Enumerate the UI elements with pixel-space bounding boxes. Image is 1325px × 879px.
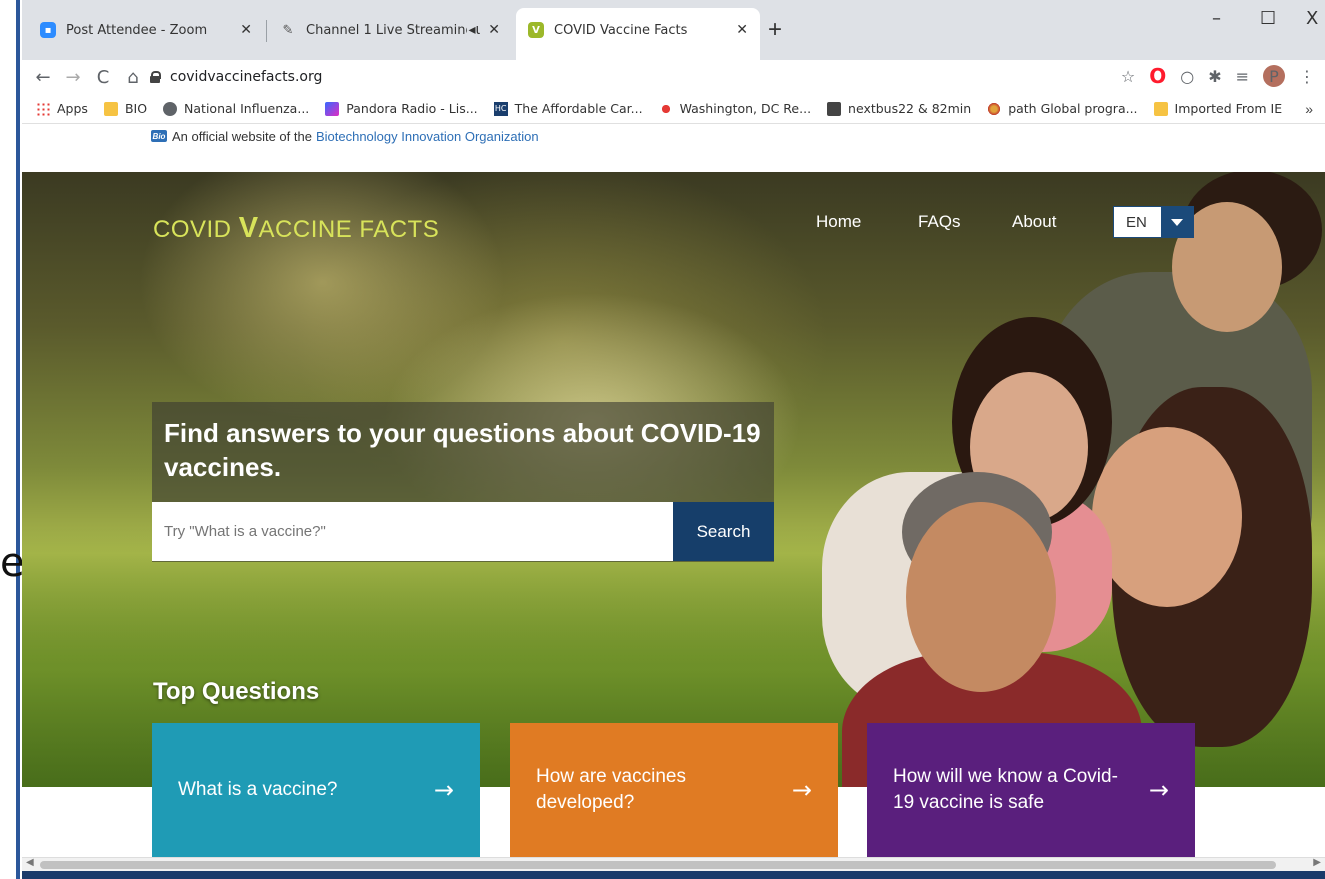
nav-faqs[interactable]: FAQs	[918, 212, 961, 232]
toolbar-icons: ☆ O ○ ✱ ≡ P ⋮	[1121, 64, 1315, 88]
site-logo[interactable]: COVID VACCINE FACTS	[153, 212, 439, 245]
bookmark-imported-from-ie[interactable]: Imported From IE	[1153, 101, 1282, 116]
bookmarks-bar: Apps BIO National Influenza... Pandora R…	[22, 94, 1325, 124]
arrow-right-icon: →	[433, 776, 454, 804]
reload-icon[interactable]: C	[88, 67, 118, 88]
tab-zoom[interactable]: ▪ Post Attendee - Zoom ✕	[28, 8, 264, 52]
arrow-right-icon: →	[791, 776, 812, 804]
speaker-icon[interactable]: ◂ι	[469, 22, 481, 38]
close-window-button[interactable]: X	[1306, 8, 1318, 29]
bookmark-nextbus[interactable]: nextbus22 & 82min	[827, 101, 971, 116]
globe-icon	[163, 101, 178, 116]
forward-arrow-icon[interactable]: →	[58, 67, 88, 88]
question-card-how-developed[interactable]: How are vaccines developed? →	[510, 723, 838, 857]
tab-strip: ▪ Post Attendee - Zoom ✕ ✎ Channel 1 Liv…	[22, 0, 1325, 60]
tab-close-button[interactable]: ✕	[736, 22, 748, 38]
question-card-what-is-vaccine[interactable]: What is a vaccine? →	[152, 723, 480, 857]
bookmark-washington-dc[interactable]: Washington, DC Re...	[658, 101, 811, 116]
search-button[interactable]: Search	[673, 502, 774, 561]
tab-channel1[interactable]: ✎ Channel 1 Live Streaming | H ◂ι ✕	[268, 8, 512, 52]
menu-kebab-icon[interactable]: ⋮	[1299, 67, 1315, 86]
question-text: What is a vaccine?	[178, 779, 338, 800]
tab-close-button[interactable]: ✕	[488, 22, 500, 38]
bio-org-link[interactable]: Biotechnology Innovation Organization	[316, 129, 539, 144]
tab-title: Channel 1 Live Streaming | H	[306, 22, 467, 38]
apps-grid-icon	[36, 101, 50, 116]
tab-close-button[interactable]: ✕	[240, 22, 252, 38]
browser-window: ▪ Post Attendee - Zoom ✕ ✎ Channel 1 Liv…	[22, 0, 1325, 879]
tab-covid-vaccine-facts[interactable]: V COVID Vaccine Facts ✕	[516, 8, 760, 60]
opera-icon[interactable]: O	[1149, 64, 1166, 88]
taskbar-strip	[22, 871, 1325, 879]
path-icon	[987, 101, 1002, 116]
profile-avatar[interactable]: P	[1263, 65, 1285, 87]
question-text: How will we know a Covid-19 vaccine is s…	[893, 766, 1118, 813]
scroll-left-icon[interactable]: ◀	[26, 857, 34, 868]
reading-list-icon[interactable]: ≡	[1236, 67, 1249, 86]
bookmark-path-global[interactable]: path Global progra...	[987, 101, 1138, 116]
back-arrow-icon[interactable]: ←	[28, 67, 58, 88]
bus-icon	[827, 101, 842, 116]
lock-icon	[150, 71, 161, 83]
bookmark-affordable-care[interactable]: HC The Affordable Car...	[493, 101, 643, 116]
pandora-icon	[325, 101, 340, 116]
home-icon[interactable]: ⌂	[118, 67, 148, 88]
question-text: How are vaccines developed?	[536, 766, 686, 813]
language-code: EN	[1126, 213, 1147, 231]
address-bar[interactable]: covidvaccinefacts.org	[150, 63, 1110, 91]
question-card-how-safe[interactable]: How will we know a Covid-19 vaccine is s…	[867, 723, 1195, 857]
tab-title: Post Attendee - Zoom	[66, 22, 208, 38]
new-tab-button[interactable]: +	[768, 16, 782, 44]
top-questions-heading: Top Questions	[153, 678, 320, 705]
official-site-banner: Bio An official website of the Biotechno…	[22, 124, 1325, 148]
bookmark-national-influenza[interactable]: National Influenza...	[163, 101, 309, 116]
search-heading: Find answers to your questions about COV…	[164, 418, 761, 482]
url-text[interactable]: covidvaccinefacts.org	[170, 69, 322, 85]
tab-separator	[266, 20, 267, 42]
nav-home[interactable]: Home	[816, 212, 861, 232]
puzzle-extensions-icon[interactable]: ✱	[1208, 67, 1221, 86]
hero-section: COVID VACCINE FACTS Home FAQs About EN F…	[22, 172, 1325, 787]
hc-icon: HC	[493, 101, 508, 116]
slide-edge: e	[0, 0, 22, 879]
folder-icon	[1153, 101, 1168, 116]
slide-edge-bar	[16, 0, 20, 879]
arrow-right-icon: →	[1148, 776, 1169, 804]
official-prefix: An official website of the	[172, 128, 312, 144]
search-row: Search	[152, 502, 774, 561]
maximize-button[interactable]: ☐	[1260, 8, 1276, 29]
bookmarks-overflow-icon[interactable]: »	[1305, 101, 1313, 117]
bookmark-bio[interactable]: BIO	[103, 101, 147, 116]
extension-circle-icon[interactable]: ○	[1180, 67, 1194, 86]
dc-icon	[658, 101, 673, 116]
cvf-icon: V	[528, 22, 544, 38]
zoom-icon: ▪	[40, 22, 56, 38]
channel1-icon: ✎	[282, 22, 294, 38]
scroll-right-icon[interactable]: ▶	[1313, 857, 1321, 868]
nav-about[interactable]: About	[1012, 212, 1056, 232]
language-select[interactable]: EN	[1113, 206, 1194, 238]
folder-icon	[103, 101, 118, 116]
star-bookmark-icon[interactable]: ☆	[1121, 67, 1135, 86]
slide-fragment-text: e	[0, 540, 22, 586]
bookmark-pandora[interactable]: Pandora Radio - Lis...	[325, 101, 478, 116]
tab-title: COVID Vaccine Facts	[554, 22, 688, 38]
search-input[interactable]	[152, 502, 673, 561]
bio-logo-icon: Bio	[151, 130, 167, 142]
horizontal-scrollbar[interactable]: ◀ ▶	[22, 857, 1325, 871]
search-panel: Find answers to your questions about COV…	[152, 402, 774, 562]
minimize-button[interactable]: –	[1212, 8, 1221, 29]
chevron-down-icon[interactable]	[1161, 207, 1193, 237]
browser-toolbar: ← → C ⌂ covidvaccinefacts.org ☆ O ○ ✱ ≡ …	[22, 60, 1325, 94]
scrollbar-thumb[interactable]	[40, 861, 1276, 869]
bookmark-apps[interactable]: Apps	[36, 101, 88, 116]
